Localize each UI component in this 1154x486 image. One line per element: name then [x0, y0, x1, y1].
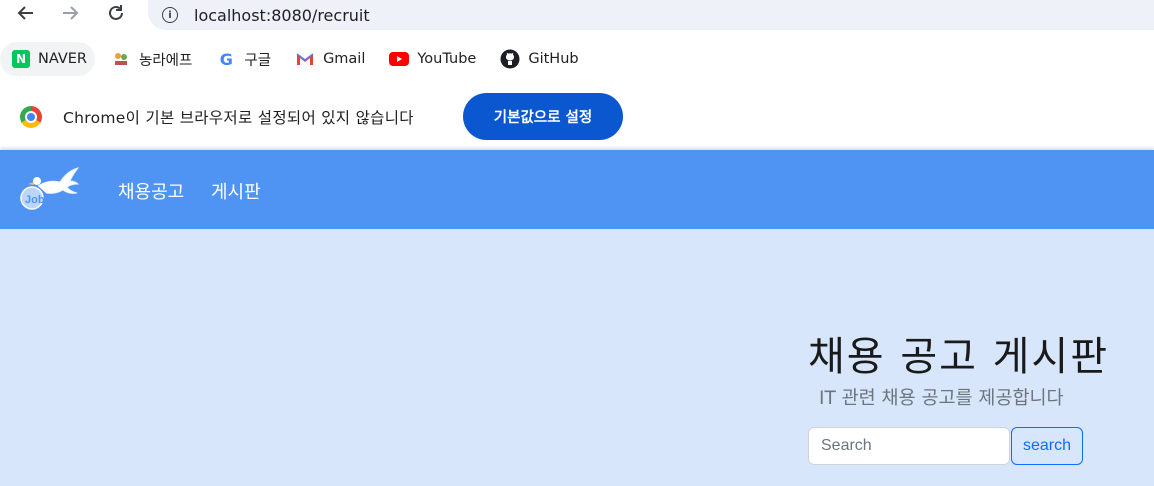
bookmark-github[interactable]: GitHub — [488, 42, 586, 76]
search-button[interactable]: search — [1011, 427, 1083, 465]
gmail-icon — [295, 49, 315, 69]
reload-icon[interactable] — [102, 0, 130, 26]
youtube-icon — [389, 49, 410, 69]
browser-chrome: i localhost:8080/recruit N NAVER 농라에프 G … — [0, 0, 1154, 150]
bookmarks-bar: N NAVER 농라에프 G 구글 Gmail YouTube GitHub — [0, 42, 1154, 76]
forward-icon[interactable] — [56, 0, 84, 26]
bookmark-label: Gmail — [323, 51, 366, 67]
page-title: 채용 공고 게시판 — [808, 334, 1110, 380]
back-icon[interactable] — [12, 0, 40, 26]
address-bar[interactable]: i localhost:8080/recruit — [148, 0, 1154, 30]
default-browser-infobar: Chrome이 기본 브라우저로 설정되어 있지 않습니다 기본값으로 설정 — [0, 90, 1154, 142]
nongra-icon — [111, 49, 131, 69]
bookmark-label: 농라에프 — [139, 52, 193, 69]
job-bird-logo-icon[interactable]: Job — [18, 164, 80, 214]
bookmark-label: 구글 — [244, 52, 272, 69]
site-info-icon[interactable]: i — [162, 7, 178, 23]
bookmark-google[interactable]: G 구글 — [204, 42, 279, 76]
nav-link-board[interactable]: 게시판 — [211, 178, 261, 204]
page-subtitle: IT 관련 채용 공고를 제공합니다 — [819, 388, 1064, 409]
site-navbar: Job 채용공고 게시판 — [0, 150, 1154, 229]
github-icon — [500, 49, 520, 69]
bookmark-gmail[interactable]: Gmail — [283, 42, 373, 76]
url-text: localhost:8080/recruit — [194, 5, 370, 25]
search-input[interactable] — [808, 427, 1010, 465]
set-default-button[interactable]: 기본값으로 설정 — [463, 93, 623, 140]
naver-icon: N — [12, 50, 30, 68]
hero-section: 채용 공고 게시판 IT 관련 채용 공고를 제공합니다 search — [0, 229, 1154, 486]
bookmark-label: NAVER — [38, 51, 87, 67]
bookmark-youtube[interactable]: YouTube — [377, 42, 484, 76]
svg-text:Job: Job — [25, 194, 45, 206]
chrome-icon — [20, 106, 42, 128]
bookmark-naver[interactable]: N NAVER — [0, 42, 95, 76]
nav-link-recruit[interactable]: 채용공고 — [118, 178, 184, 204]
google-icon: G — [219, 49, 233, 69]
infobar-message: Chrome이 기본 브라우저로 설정되어 있지 않습니다 — [63, 109, 414, 127]
bookmark-label: GitHub — [528, 51, 579, 67]
bookmark-label: YouTube — [417, 51, 477, 67]
bookmark-nongra[interactable]: 농라에프 — [99, 42, 200, 76]
